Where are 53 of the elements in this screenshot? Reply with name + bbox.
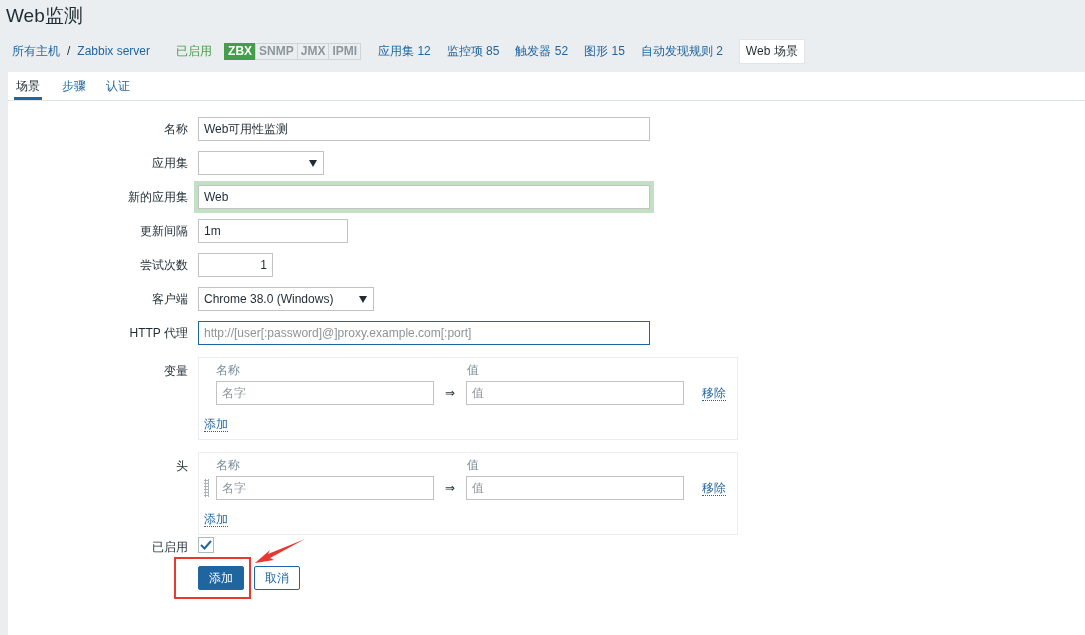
add-link[interactable]: 添加	[204, 417, 228, 432]
text-field[interactable]: 1m	[198, 219, 348, 243]
column-header: 名称	[216, 457, 241, 474]
value-field[interactable]: 值	[466, 476, 684, 500]
button[interactable]: 添加	[198, 566, 244, 590]
nav-link[interactable]: 图形 15	[584, 39, 625, 63]
field-label: 已启用	[151, 539, 189, 556]
add-link[interactable]: 添加	[204, 512, 228, 527]
field-label: 名称	[163, 120, 189, 138]
dropdown[interactable]: Chrome 38.0 (Windows)	[198, 287, 375, 311]
field-label: 更新间隔	[139, 222, 189, 240]
number-field[interactable]: 1	[198, 253, 273, 277]
breadcrumb-link[interactable]: Zabbix server	[77, 44, 151, 58]
text-field[interactable]: http://[user[:password]@]proxy.example.com[:port]	[198, 321, 650, 345]
dropdown[interactable]	[198, 151, 324, 175]
tab[interactable]: 认证	[106, 72, 130, 100]
field-label: 尝试次数	[139, 256, 189, 274]
value-field[interactable]: 值	[466, 381, 684, 405]
breadcrumb-separator: /	[67, 44, 71, 58]
arrow-symbol: ⇒	[444, 386, 456, 400]
breadcrumb-link[interactable]: 所有主机	[12, 42, 60, 60]
field-label: 头	[175, 458, 189, 475]
availability-badge: IPMI	[328, 42, 362, 60]
name-field[interactable]: 名字	[216, 476, 434, 500]
column-header: 值	[467, 362, 479, 379]
arrow-symbol: ⇒	[444, 481, 456, 495]
nav-link[interactable]: 自动发现规则 2	[640, 39, 723, 63]
column-header: 值	[467, 457, 479, 474]
tab[interactable]: 步骤	[62, 72, 86, 100]
field-label: 变量	[163, 363, 189, 380]
field-label: 客户端	[151, 290, 189, 308]
button[interactable]: 取消	[254, 566, 300, 590]
name-field[interactable]: 名字	[216, 381, 434, 405]
column-header: 名称	[216, 362, 241, 379]
checkbox[interactable]	[198, 537, 214, 553]
nav-link[interactable]: Web 场景	[738, 38, 805, 64]
text-field[interactable]: Web可用性监测	[198, 117, 650, 141]
field-label: 新的应用集	[127, 188, 189, 206]
drag-handle-icon[interactable]	[204, 479, 209, 497]
caret-icon	[309, 159, 317, 167]
nav-link[interactable]: 触发器 52	[515, 39, 569, 63]
availability-badge: SNMP	[255, 42, 298, 60]
field-label: HTTP 代理	[128, 324, 189, 342]
remove-link[interactable]: 移除	[702, 385, 726, 401]
dropdown-value: Chrome 38.0 (Windows)	[204, 292, 334, 306]
availability-badge: ZBX	[224, 42, 257, 60]
caret-icon	[359, 295, 368, 303]
nav-link[interactable]: 监控项 85	[446, 39, 500, 63]
page-title: Web监测	[5, 4, 84, 28]
field-label: 应用集	[151, 154, 189, 172]
nav-link[interactable]: 应用集 12	[378, 39, 431, 63]
availability-badge: JMX	[296, 42, 330, 60]
remove-link[interactable]: 移除	[702, 480, 726, 496]
